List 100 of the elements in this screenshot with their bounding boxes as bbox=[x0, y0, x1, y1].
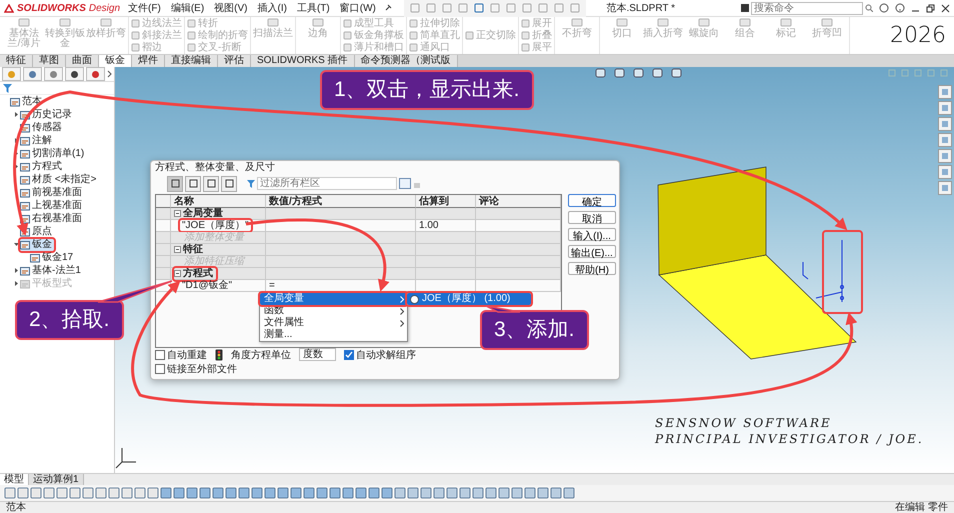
menu-item[interactable]: 视图(V) bbox=[212, 1, 250, 15]
side-tab[interactable] bbox=[938, 117, 952, 131]
ribbon-tab[interactable]: 曲面 bbox=[66, 55, 99, 67]
expand-icon[interactable] bbox=[14, 268, 18, 273]
dialog-button[interactable]: 确定 bbox=[568, 194, 616, 208]
traffic-light-icon[interactable] bbox=[215, 348, 223, 360]
toolbar-icon[interactable] bbox=[160, 487, 172, 499]
toolbar-icon[interactable] bbox=[537, 487, 549, 499]
toolbar-icon[interactable] bbox=[420, 487, 432, 499]
toolbar-icon[interactable] bbox=[277, 487, 289, 499]
toolbar-icon[interactable] bbox=[407, 487, 419, 499]
help-icon[interactable] bbox=[895, 3, 905, 13]
menu-item[interactable]: 全局变量 bbox=[260, 293, 407, 305]
menu-item[interactable]: 插入(I) bbox=[256, 1, 289, 15]
toolbar-icon[interactable] bbox=[511, 487, 523, 499]
filter-icon[interactable] bbox=[3, 84, 12, 92]
toolbar-icon[interactable] bbox=[199, 487, 211, 499]
toolbar-icon[interactable] bbox=[368, 487, 380, 499]
variable-name[interactable]: "D1@钣金" bbox=[180, 280, 234, 292]
collapse-icon[interactable] bbox=[14, 242, 18, 247]
toolbar-icon[interactable] bbox=[485, 487, 497, 499]
toolbar-icon[interactable] bbox=[225, 487, 237, 499]
toolbar-icon[interactable] bbox=[264, 487, 276, 499]
toolbar-icon[interactable] bbox=[121, 487, 133, 499]
toolbar-icon[interactable] bbox=[173, 487, 185, 499]
toolbar-icon[interactable] bbox=[108, 487, 120, 499]
section-label[interactable]: 方程式 bbox=[174, 268, 216, 280]
tree-item[interactable]: 钣金 bbox=[20, 238, 54, 250]
side-tab[interactable] bbox=[938, 133, 952, 147]
tree-item[interactable]: 传感器 bbox=[20, 122, 64, 134]
panel-tab[interactable] bbox=[65, 67, 84, 81]
pin-icon[interactable] bbox=[384, 4, 392, 12]
menu-item[interactable]: 测量... bbox=[260, 329, 407, 341]
tree-item[interactable]: 右视基准面 bbox=[20, 212, 84, 224]
toolbar-icon[interactable] bbox=[147, 487, 159, 499]
toolbar-icon[interactable] bbox=[43, 487, 55, 499]
view-button[interactable] bbox=[221, 176, 237, 192]
view-button[interactable] bbox=[203, 176, 219, 192]
tree-item[interactable]: 材质 <未指定> bbox=[20, 174, 98, 186]
toolbar-icon[interactable] bbox=[355, 487, 367, 499]
unit-dropdown[interactable]: 度数 bbox=[299, 348, 336, 361]
toolbar-icon[interactable] bbox=[342, 487, 354, 499]
panel-tab[interactable] bbox=[86, 67, 105, 81]
toolbar-icon[interactable] bbox=[446, 487, 458, 499]
toolbar-icon[interactable] bbox=[82, 487, 94, 499]
checkbox[interactable]: 自动求解组序 bbox=[344, 348, 416, 362]
tree-item[interactable]: 前视基准面 bbox=[20, 186, 84, 198]
toolbar-icon[interactable] bbox=[433, 487, 445, 499]
toolbar-icon[interactable] bbox=[381, 487, 393, 499]
toolbar-icon[interactable] bbox=[134, 487, 146, 499]
model-tab[interactable]: 模型 bbox=[0, 474, 29, 485]
search-icon[interactable] bbox=[865, 4, 873, 12]
toolbar-icon[interactable] bbox=[4, 487, 16, 499]
toolbar-icon[interactable] bbox=[524, 487, 536, 499]
tree-item[interactable]: 切割清单(1) bbox=[20, 148, 86, 160]
toolbar-icon[interactable] bbox=[459, 487, 471, 499]
panel-tab[interactable] bbox=[23, 67, 42, 81]
toolbar-icon[interactable] bbox=[316, 487, 328, 499]
toolbar-icon[interactable] bbox=[56, 487, 68, 499]
ribbon-tab[interactable]: 直接编辑 bbox=[165, 55, 218, 67]
ribbon-tab[interactable]: 评估 bbox=[218, 55, 251, 67]
menu-item[interactable]: 窗口(W) bbox=[338, 1, 378, 15]
toolbar-icon[interactable] bbox=[498, 487, 510, 499]
account-icon[interactable] bbox=[879, 3, 889, 13]
toolbar-icon[interactable] bbox=[30, 487, 42, 499]
expand-icon[interactable] bbox=[14, 164, 18, 169]
menu-item[interactable]: 文件属性 bbox=[260, 317, 407, 329]
toolbar-icon[interactable] bbox=[329, 487, 341, 499]
side-tab[interactable] bbox=[938, 149, 952, 163]
toolbar-icon[interactable] bbox=[394, 487, 406, 499]
expand-icon[interactable] bbox=[14, 138, 18, 143]
checkbox[interactable]: 链接至外部文件 bbox=[155, 362, 237, 376]
expand-icon[interactable] bbox=[14, 112, 18, 117]
filter-field[interactable]: 过滤所有栏区 bbox=[257, 177, 397, 190]
model-tab[interactable]: 运动算例1 bbox=[29, 474, 84, 485]
dialog-button[interactable]: 取消 bbox=[568, 211, 616, 224]
ribbon-tab[interactable]: 草图 bbox=[33, 55, 66, 67]
chevron-right-icon[interactable] bbox=[107, 70, 112, 78]
ribbon-tab[interactable]: 特征 bbox=[0, 55, 33, 67]
dialog-button[interactable]: 输出(E)... bbox=[568, 245, 616, 258]
dialog-button[interactable]: 输入(I)... bbox=[568, 228, 616, 242]
ribbon-tab[interactable]: 钣金 bbox=[99, 55, 132, 67]
ribbon-tab[interactable]: 命令预测器（测试版 bbox=[354, 55, 458, 67]
ribbon-tab[interactable]: SOLIDWORKS 插件 bbox=[251, 55, 355, 67]
menu-item[interactable]: JOE（厚度） (1.00) bbox=[407, 293, 531, 305]
toolbar-icon[interactable] bbox=[472, 487, 484, 499]
tree-item[interactable]: 基体-法兰1 bbox=[20, 264, 83, 276]
tree-item[interactable]: 上视基准面 bbox=[20, 200, 84, 212]
search-field[interactable]: 搜索命令 bbox=[751, 2, 863, 14]
toolbar-icon[interactable] bbox=[212, 487, 224, 499]
toolbar-icon[interactable] bbox=[17, 487, 29, 499]
view-button[interactable] bbox=[167, 176, 183, 192]
toolbar-icon[interactable] bbox=[563, 487, 575, 499]
toolbar-icon[interactable] bbox=[303, 487, 315, 499]
side-tab[interactable] bbox=[938, 165, 952, 179]
dialog-button[interactable]: 帮助(H) bbox=[568, 262, 616, 276]
toolbar-icon[interactable] bbox=[95, 487, 107, 499]
tree-item[interactable]: 方程式 bbox=[20, 160, 64, 172]
side-tab[interactable] bbox=[938, 181, 952, 195]
toolbar-icon[interactable] bbox=[69, 487, 81, 499]
